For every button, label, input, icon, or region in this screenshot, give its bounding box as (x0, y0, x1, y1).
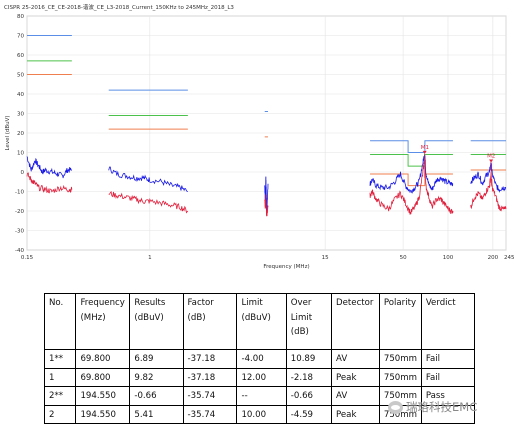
cell-over-limit: 10.89 (285, 349, 333, 369)
x-tick-label: 0.15 (21, 255, 34, 261)
y-tick-label: -30 (15, 229, 24, 235)
header-limit: Limit (dBuV) (236, 293, 287, 350)
cell-limit: -4.00 (236, 349, 287, 369)
cell-detector: Peak (331, 367, 380, 387)
table-header-row: No. Frequency (MHz) Results (dBuV) Facto… (43, 293, 476, 350)
y-tick-label: 0 (21, 170, 25, 176)
y-tick-label: -10 (15, 190, 24, 196)
watermark-text: 瑞珞科技EMC (406, 400, 478, 414)
y-tick-label: 80 (17, 14, 24, 20)
cell-factor: -37.18 (182, 349, 238, 369)
cell-polarity: 750mm (378, 367, 422, 387)
y-tick-label: 30 (17, 112, 24, 118)
marker-point (489, 159, 494, 163)
header-over-limit: Over Limit (dB) (285, 293, 333, 350)
header-frequency: Frequency (MHz) (75, 293, 131, 350)
cell-results: 9.82 (129, 367, 184, 387)
cell-limit: 10.00 (236, 404, 287, 424)
x-tick-label: 1 (148, 255, 152, 261)
cell-frequency: 194.550 (75, 386, 131, 406)
header-polarity: Polarity (378, 293, 422, 350)
wechat-icon (388, 400, 403, 414)
table-row: 1 69.800 9.82 -37.18 12.00 -2.18 Peak 75… (43, 367, 476, 387)
marker-label: M1 (421, 145, 429, 151)
header-detector: Detector (331, 293, 380, 350)
cell-results: -0.66 (129, 386, 184, 406)
y-tick-label: 60 (17, 53, 24, 59)
header-verdict: Verdict (420, 293, 476, 350)
x-tick-label: 200 (488, 255, 499, 261)
trace-peak (26, 156, 72, 179)
cell-no: 1** (43, 349, 77, 369)
cell-no: 1 (43, 367, 77, 387)
y-axis-label: Level (dBuV) (5, 115, 11, 150)
x-tick-label: 15 (322, 255, 329, 261)
cell-no: 2 (43, 404, 77, 424)
x-tick-label: 50 (400, 255, 407, 261)
x-axis-label: Frequency (MHz) (263, 264, 309, 270)
header-results: Results (dBuV) (129, 293, 184, 350)
cell-frequency: 69.800 (75, 349, 131, 369)
cell-factor: -37.18 (182, 367, 238, 387)
header-no: No. (43, 293, 77, 350)
chart-svg: 80706050403020100-10-20-30-400.15 1 15 50 10… (5, 14, 515, 270)
trace-average (26, 172, 73, 194)
header-factor: Factor (dB) (182, 293, 238, 350)
y-tick-label: 10 (17, 151, 24, 157)
y-tick-label: 40 (17, 92, 24, 98)
cell-limit: -- (236, 386, 287, 406)
y-tick-label: -20 (15, 209, 24, 215)
cell-over-limit: -2.18 (285, 367, 333, 387)
cell-limit: 12.00 (236, 367, 287, 387)
cell-results: 6.89 (129, 349, 184, 369)
cell-detector: AV (331, 349, 380, 369)
cell-over-limit: -4.59 (285, 404, 333, 424)
y-tick-label: 20 (17, 131, 24, 137)
marker-label: M2 (487, 153, 495, 159)
x-tick-label: 100 (443, 255, 454, 261)
cell-factor: -35.74 (182, 404, 238, 424)
cell-detector: AV (331, 386, 380, 406)
cell-results: 5.41 (129, 404, 184, 424)
cell-verdict: Fail (420, 349, 476, 369)
cell-no: 2** (43, 386, 77, 406)
limit-line-limit_avg (27, 74, 506, 187)
table-row: 1** 69.800 6.89 -37.18 -4.00 10.89 AV 75… (43, 349, 476, 369)
cell-over-limit: -0.66 (285, 386, 333, 406)
cell-frequency: 194.550 (75, 404, 131, 424)
y-tick-label: 70 (17, 34, 24, 40)
trace-average (108, 190, 189, 214)
emc-chart: CISPR 25-2016_CE_CE-2018-谐波_CE_L3-2018_C… (0, 0, 516, 285)
x-tick-label: 245 (504, 255, 515, 261)
cell-factor: -35.74 (182, 386, 238, 406)
y-tick-label: -40 (15, 248, 24, 254)
watermark: 瑞珞科技EMC (388, 399, 477, 415)
cell-polarity: 750mm (378, 349, 422, 369)
y-tick-label: 50 (17, 73, 24, 79)
cell-verdict: Fail (420, 367, 476, 387)
cell-frequency: 69.800 (75, 367, 131, 387)
trace-peak (108, 166, 188, 192)
cell-detector: Peak (331, 404, 380, 424)
